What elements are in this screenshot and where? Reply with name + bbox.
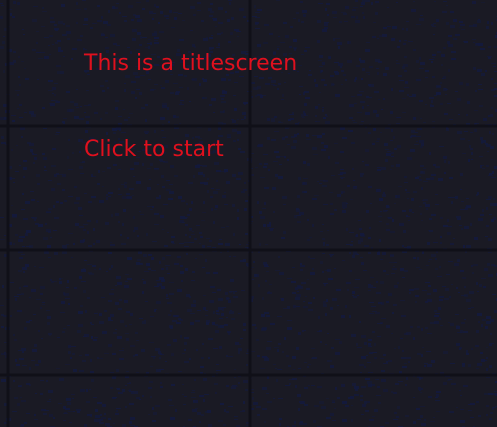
title-text: This is a titlescreen bbox=[84, 51, 298, 76]
title-screen[interactable]: This is a titlescreen Click to start bbox=[0, 0, 497, 427]
start-prompt[interactable]: Click to start bbox=[84, 137, 224, 163]
